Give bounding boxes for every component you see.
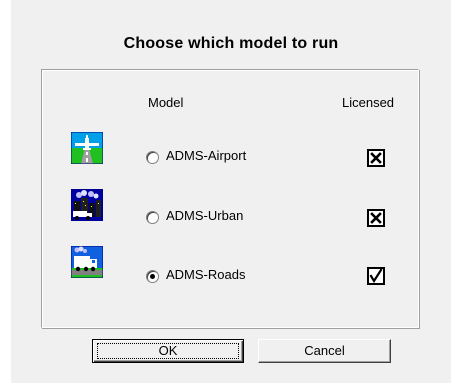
- licensed-column-header: Licensed: [342, 95, 395, 110]
- license-check-icon: [369, 269, 383, 283]
- roads-icon: [70, 245, 104, 279]
- roads-license-indicator: [367, 267, 385, 285]
- license-cross-icon: [370, 152, 382, 164]
- cancel-button[interactable]: Cancel: [258, 339, 391, 363]
- app-window: Choose which model to run Model Licensed: [0, 0, 451, 383]
- airport-license-indicator: [367, 149, 385, 167]
- choose-model-dialog: Choose which model to run Model Licensed: [11, 12, 451, 383]
- airport-radio[interactable]: [146, 151, 159, 164]
- urban-icon: [70, 188, 104, 222]
- ok-button-label: OK: [158, 343, 178, 358]
- dialog-title: Choose which model to run: [123, 35, 339, 52]
- airport-icon: [70, 131, 104, 165]
- ok-button[interactable]: OK: [92, 339, 244, 363]
- airport-radio-label[interactable]: ADMS-Airport: [166, 148, 246, 163]
- license-cross-icon: [370, 212, 382, 224]
- urban-radio-label[interactable]: ADMS-Urban: [166, 208, 243, 223]
- model-column-header: Model: [148, 95, 184, 110]
- model-group-box: Model Licensed ADMS-Airport ADMS-Urban A…: [41, 69, 419, 328]
- window-left-edge: [0, 0, 11, 383]
- roads-radio[interactable]: [146, 270, 159, 283]
- urban-radio[interactable]: [146, 211, 159, 224]
- roads-radio-label[interactable]: ADMS-Roads: [166, 267, 245, 282]
- urban-license-indicator: [367, 209, 385, 227]
